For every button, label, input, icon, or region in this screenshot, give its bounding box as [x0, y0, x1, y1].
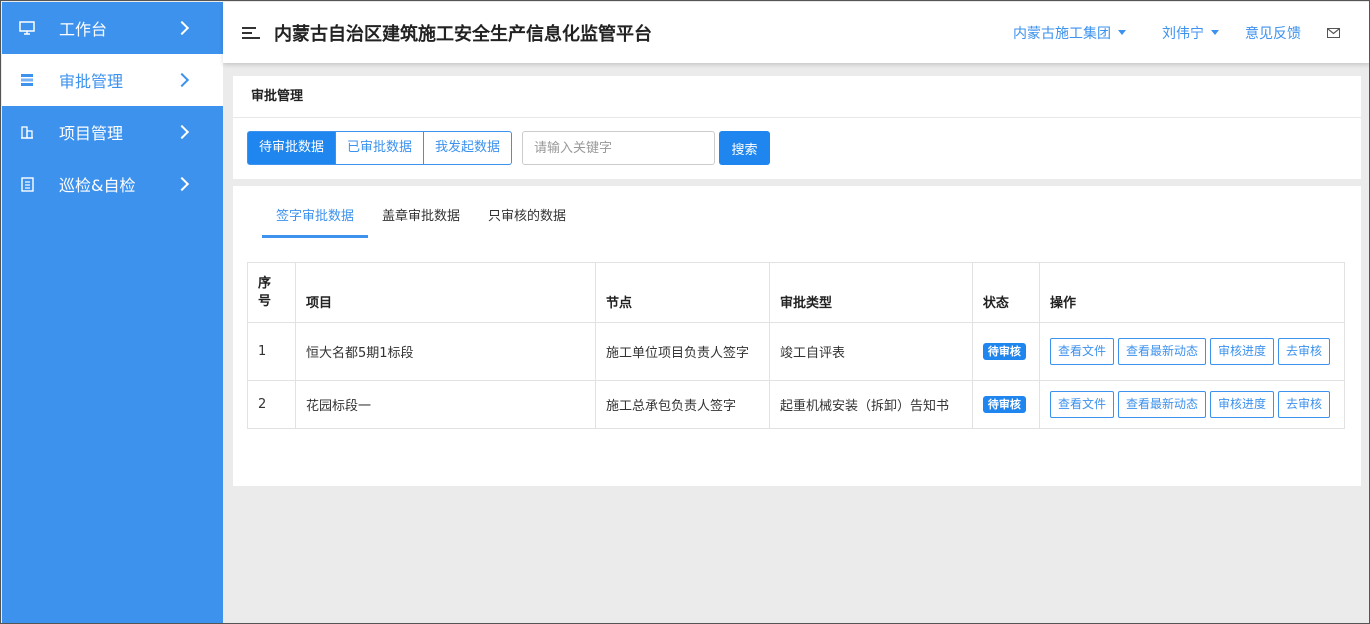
caret-down-icon [1118, 30, 1126, 35]
sidebar: 工作台 审批管理 项目管理 巡检&自检 [2, 2, 223, 623]
tab-signature[interactable]: 签字审批数据 [262, 198, 369, 238]
menu-toggle-icon[interactable] [242, 26, 260, 40]
data-panel: 签字审批数据 盖章审批数据 只审核的数据 序号 项目 节点 审批类型 状态 操作… [233, 186, 1361, 486]
org-label: 内蒙古施工集团 [1013, 25, 1111, 42]
cell-type: 起重机械安装（拆卸）告知书 [768, 380, 973, 429]
cell-type: 竣工自评表 [768, 322, 973, 381]
cell-node: 施工总承包负责人签字 [594, 380, 770, 429]
go-review-button[interactable]: 去审核 [1277, 391, 1330, 418]
cell-ops: 查看文件 查看最新动态 审核进度 去审核 [1038, 322, 1346, 381]
list-icon [19, 72, 35, 88]
sidebar-item-label: 巡检&自检 [59, 176, 136, 195]
filter-button-group: 待审批数据 已审批数据 我发起数据 [247, 131, 513, 165]
chevron-right-icon [174, 20, 190, 36]
monitor-icon [19, 20, 35, 36]
chevron-right-icon [174, 124, 190, 140]
cell-seq: 1 [247, 322, 296, 381]
review-progress-button[interactable]: 审核进度 [1209, 338, 1274, 365]
chevron-right-icon [174, 72, 190, 88]
tab-seal[interactable]: 盖章审批数据 [368, 198, 474, 238]
feedback-link[interactable]: 意见反馈 [1245, 23, 1301, 43]
chevron-right-icon [174, 176, 190, 192]
caret-down-icon [1211, 30, 1219, 35]
go-review-button[interactable]: 去审核 [1277, 338, 1330, 365]
sidebar-item-label: 工作台 [59, 20, 108, 39]
status-badge: 待审核 [982, 343, 1026, 360]
filter-initiated-button[interactable]: 我发起数据 [424, 131, 513, 165]
cell-project: 恒大名都5期1标段 [294, 322, 596, 381]
status-badge: 待审核 [982, 396, 1026, 413]
user-dropdown[interactable]: 刘伟宁 [1162, 23, 1219, 43]
filter-approved-button[interactable]: 已审批数据 [336, 131, 425, 165]
sidebar-item-inspection[interactable]: 巡检&自检 [2, 158, 223, 210]
building-icon [19, 124, 35, 140]
cell-ops: 查看文件 查看最新动态 审核进度 去审核 [1038, 380, 1346, 429]
panel-title: 审批管理 [233, 76, 1361, 118]
filter-panel: 审批管理 待审批数据 已审批数据 我发起数据 搜索 [233, 76, 1361, 179]
view-file-button[interactable]: 查看文件 [1049, 391, 1114, 418]
sidebar-item-approval[interactable]: 审批管理 [2, 54, 223, 106]
search-button[interactable]: 搜索 [719, 131, 771, 165]
clipboard-icon [19, 176, 35, 192]
review-progress-button[interactable]: 审核进度 [1209, 391, 1274, 418]
top-header: 内蒙古自治区建筑施工安全生产信息化监管平台 内蒙古施工集团 刘伟宁 意见反馈 [223, 2, 1369, 63]
filter-pending-button[interactable]: 待审批数据 [247, 131, 337, 165]
view-file-button[interactable]: 查看文件 [1049, 338, 1114, 365]
app-frame: 工作台 审批管理 项目管理 巡检&自检 内蒙古自治区建筑施工安全生产信息化监管平… [0, 0, 1370, 624]
user-label: 刘伟宁 [1162, 25, 1204, 42]
sidebar-item-workbench[interactable]: 工作台 [2, 2, 223, 54]
col-project: 项目 [294, 262, 596, 323]
mail-icon[interactable] [1327, 27, 1340, 38]
cell-status: 待审核 [971, 322, 1040, 381]
org-dropdown[interactable]: 内蒙古施工集团 [1013, 23, 1126, 43]
view-updates-button[interactable]: 查看最新动态 [1117, 338, 1206, 365]
search-input[interactable] [522, 131, 716, 165]
table-row: 1 恒大名都5期1标段 施工单位项目负责人签字 竣工自评表 待审核 查看文件 查看… [247, 322, 1346, 381]
view-updates-button[interactable]: 查看最新动态 [1117, 391, 1206, 418]
col-seq: 序号 [247, 262, 296, 323]
cell-project: 花园标段一 [294, 380, 596, 429]
col-status: 状态 [971, 262, 1040, 323]
cell-node: 施工单位项目负责人签字 [594, 322, 770, 381]
table-row: 2 花园标段一 施工总承包负责人签字 起重机械安装（拆卸）告知书 待审核 查看文… [247, 380, 1346, 429]
sidebar-item-projects[interactable]: 项目管理 [2, 106, 223, 158]
tab-bar: 签字审批数据 盖章审批数据 只审核的数据 [262, 198, 580, 238]
cell-seq: 2 [247, 380, 296, 429]
approval-table: 序号 项目 节点 审批类型 状态 操作 1 恒大名都5期1标段 施工单位项目负责… [247, 262, 1346, 429]
col-type: 审批类型 [768, 262, 973, 323]
sidebar-item-label: 项目管理 [59, 124, 124, 143]
col-node: 节点 [594, 262, 770, 323]
tab-review-only[interactable]: 只审核的数据 [474, 198, 580, 238]
cell-status: 待审核 [971, 380, 1040, 429]
sidebar-item-label: 审批管理 [59, 72, 124, 91]
page-title: 内蒙古自治区建筑施工安全生产信息化监管平台 [274, 23, 652, 45]
col-ops: 操作 [1038, 262, 1346, 323]
